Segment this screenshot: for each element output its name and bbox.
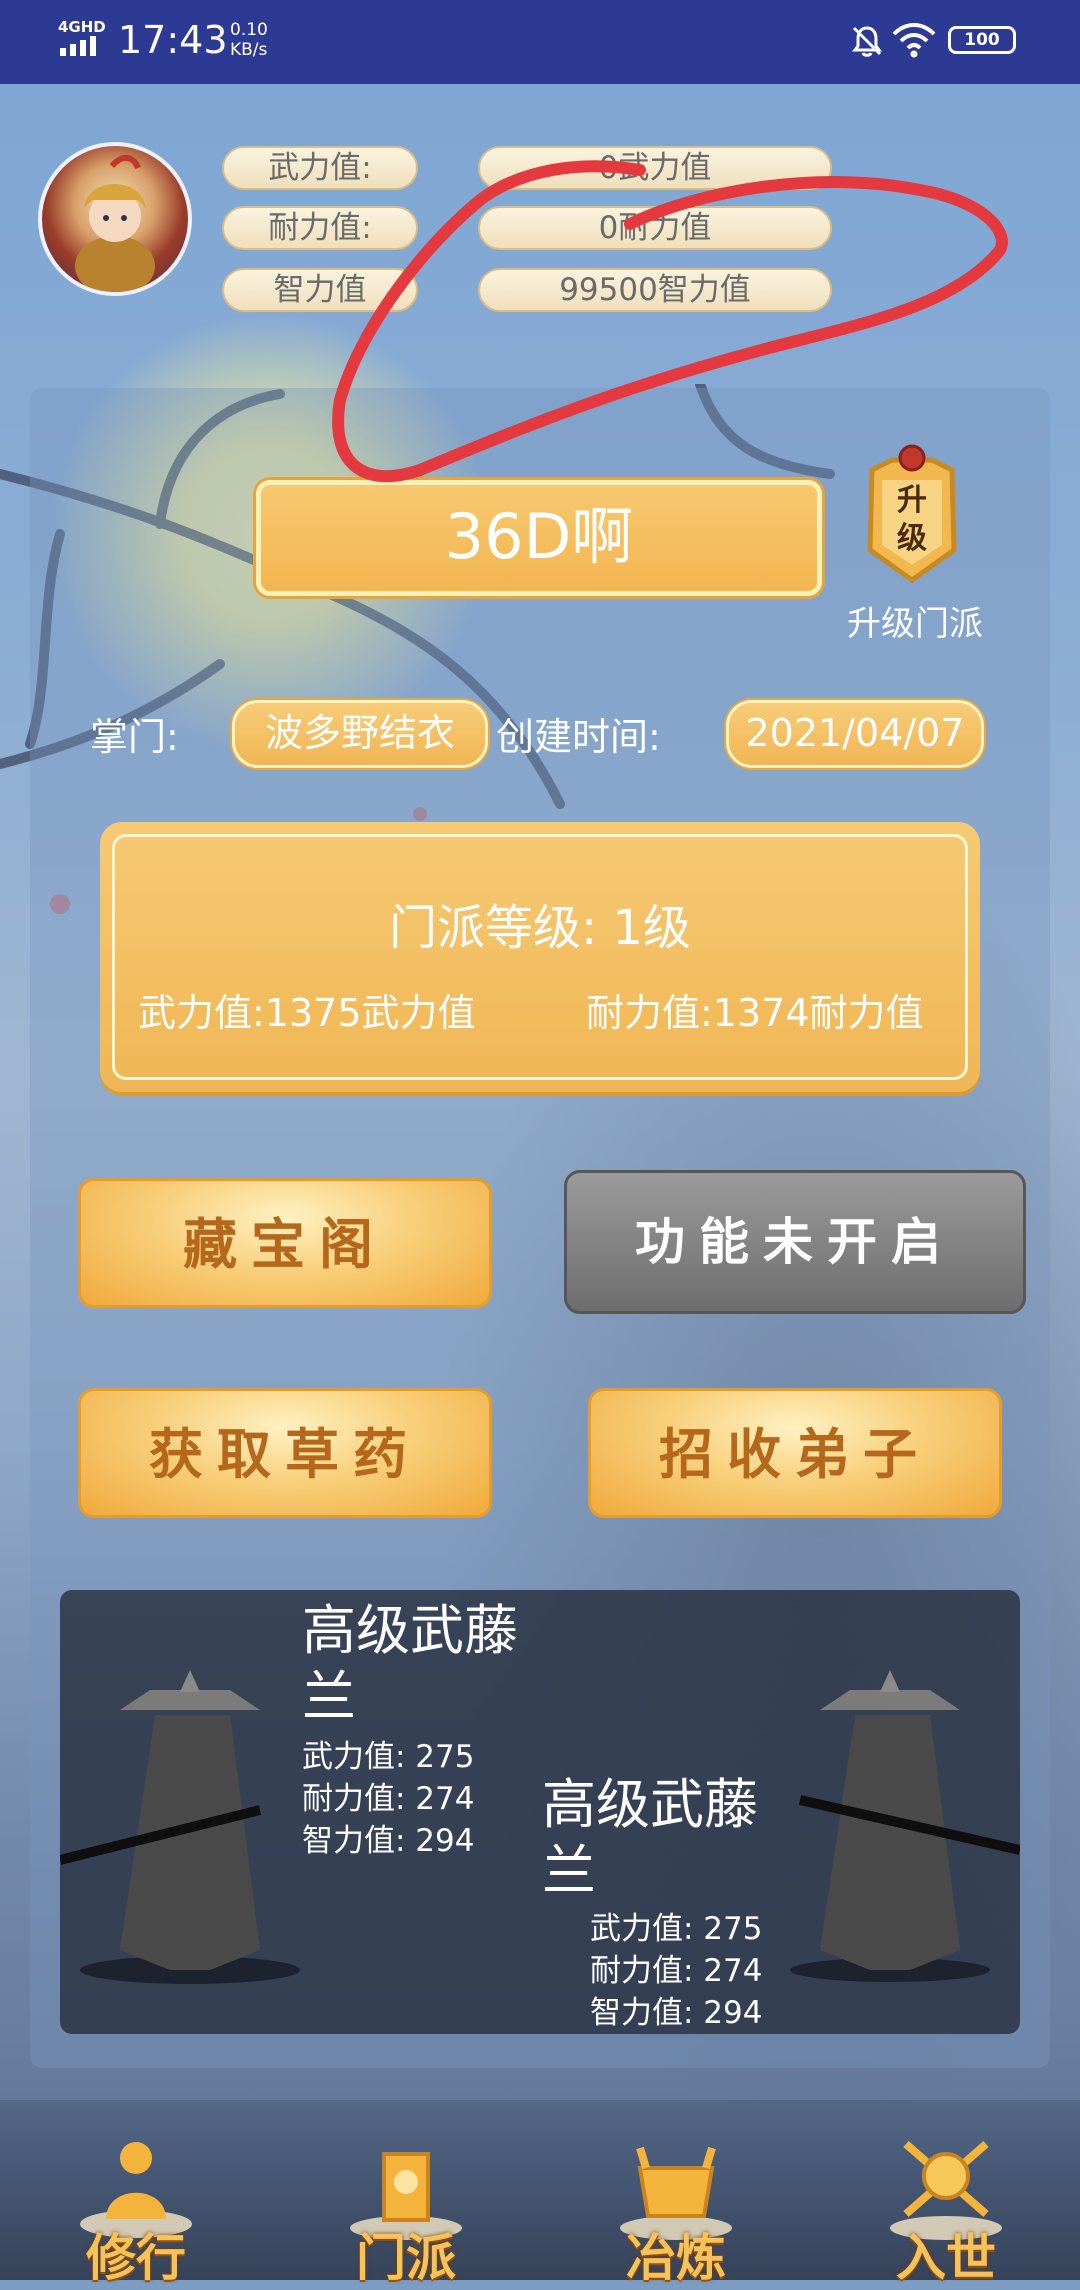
disciple-2-name: 高级武藤兰 xyxy=(542,1773,758,1902)
nav-sect-label: 门派 xyxy=(356,2228,456,2287)
player-avatar[interactable] xyxy=(38,142,192,296)
sect-force-text: 武力值:1375武力值 xyxy=(138,991,476,1035)
nav-cultivate-label: 修行 xyxy=(86,2228,186,2287)
upgrade-badge-icon[interactable]: 升 级 xyxy=(852,440,972,590)
created-time-label: 创建时间: xyxy=(496,715,661,759)
recruit-disciples-button[interactable]: 招收弟子 xyxy=(588,1388,1002,1518)
wisdom-label-pill: 智力值 xyxy=(222,268,418,312)
leader-name-pill: 波多野结衣 xyxy=(232,700,488,768)
sect-level-text: 门派等级: 1级 xyxy=(389,900,691,956)
force-label-pill: 武力值: xyxy=(222,146,418,190)
nav-world-label: 入世 xyxy=(896,2228,996,2287)
disciple-2-force: 武力值: 275 xyxy=(590,1911,763,1947)
swordsman-figure-left[interactable] xyxy=(60,1630,320,1990)
nav-sect[interactable]: 门派 xyxy=(306,2100,506,2287)
disciple-2-endurance: 耐力值: 274 xyxy=(590,1953,763,1989)
leader-label: 掌门: xyxy=(90,715,179,759)
nav-smelt[interactable]: 冶炼 xyxy=(576,2100,776,2287)
endurance-label-pill: 耐力值: xyxy=(222,206,418,250)
mute-bell-icon xyxy=(852,26,882,57)
treasure-pavilion-button[interactable]: 藏宝阁 xyxy=(78,1178,492,1308)
endurance-value-pill: 0耐力值 xyxy=(478,206,832,250)
nav-cultivate[interactable]: 修行 xyxy=(36,2100,236,2287)
force-value-pill: 0武力值 xyxy=(478,146,832,190)
disciple-2-wisdom: 智力值: 294 xyxy=(590,1995,763,2031)
signal-icon xyxy=(60,36,96,56)
sect-name: 36D啊 xyxy=(256,480,822,596)
warrior-portrait-icon xyxy=(75,155,155,292)
created-date-pill: 2021/04/07 xyxy=(726,700,984,768)
upgrade-badge-char-2: 级 xyxy=(897,521,927,556)
get-herbs-button[interactable]: 获取草药 xyxy=(78,1388,492,1518)
disciple-1-endurance: 耐力值: 274 xyxy=(302,1781,475,1817)
upgrade-sect-label[interactable]: 升级门派 xyxy=(830,596,1000,645)
disciple-1-name: 高级武藤兰 xyxy=(302,1599,518,1728)
sect-endurance-text: 耐力值:1374耐力值 xyxy=(586,991,924,1035)
nav-world[interactable]: 入世 xyxy=(846,2100,1046,2287)
feature-locked-button[interactable]: 功能未开启 xyxy=(564,1170,1026,1314)
clock: 17:43 xyxy=(118,18,228,62)
wifi-icon xyxy=(892,23,936,58)
battery-indicator: 100 xyxy=(948,26,1016,54)
wisdom-value-pill: 99500智力值 xyxy=(478,268,832,312)
nav-smelt-label: 冶炼 xyxy=(626,2228,726,2287)
bottom-nav: 修行 门派 冶炼 入世 xyxy=(0,2100,1080,2287)
disciple-1-wisdom: 智力值: 294 xyxy=(302,1823,475,1859)
upgrade-badge-char-1: 升 xyxy=(897,483,927,518)
disciple-1-force: 武力值: 275 xyxy=(302,1739,475,1775)
network-speed: 0.10 KB/s xyxy=(230,20,268,60)
disciples-list: 高级武藤兰 武力值: 275 耐力值: 274 智力值: 294 高级武藤兰 武… xyxy=(60,1590,1020,2034)
network-type: 4GHD xyxy=(58,18,106,36)
sect-level-card: 门派等级: 1级 武力值:1375武力值 耐力值:1374耐力值 xyxy=(100,822,980,1092)
status-bar: 4GHD 17:43 0.10 KB/s 100 xyxy=(0,0,1080,84)
